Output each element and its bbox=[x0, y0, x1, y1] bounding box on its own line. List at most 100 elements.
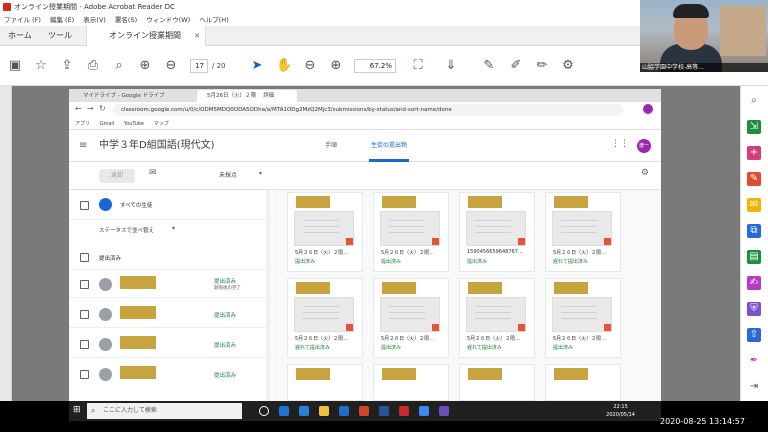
select-cursor-icon[interactable]: ➤ bbox=[249, 58, 265, 74]
profile-icon[interactable] bbox=[643, 104, 653, 114]
tab-student-work[interactable]: 生徒の提出物 bbox=[371, 130, 407, 162]
submission-card[interactable]: 5月２６日（火）２限... 遅れて提出済み bbox=[459, 278, 535, 358]
file-thumbnail[interactable] bbox=[294, 297, 354, 332]
tab-instructions[interactable]: 手順 bbox=[325, 130, 337, 162]
highlight-icon[interactable]: ✐ bbox=[508, 58, 524, 74]
checkbox[interactable] bbox=[80, 340, 89, 349]
combine-files-icon[interactable]: ⧉ bbox=[747, 224, 761, 238]
submission-card[interactable]: 5月２６日（火）２限... 遅れて提出済み bbox=[287, 278, 363, 358]
edge-icon[interactable] bbox=[279, 406, 289, 416]
student-row[interactable]: 提出済み bbox=[69, 302, 269, 328]
taskbar-clock[interactable]: 22:15 2020/05/14 bbox=[606, 403, 635, 419]
file-thumbnail[interactable] bbox=[294, 211, 354, 246]
organize-pages-icon[interactable]: ▤ bbox=[747, 250, 761, 264]
submission-card[interactable]: 5月２６日（火）２限... 提出済み bbox=[373, 192, 449, 272]
send-icon[interactable]: ⇧ bbox=[747, 328, 761, 342]
print-icon[interactable]: ⎙ bbox=[85, 58, 101, 74]
url-bar[interactable]: classroom.google.com/u/0/c/ODM5MDQ0ODA5O… bbox=[113, 104, 623, 116]
menu-help[interactable]: ヘルプ(H) bbox=[199, 16, 228, 24]
back-icon[interactable]: ← bbox=[75, 104, 82, 113]
chrome-icon[interactable] bbox=[419, 406, 429, 416]
search-icon[interactable]: ⌕ bbox=[747, 94, 761, 108]
submission-card[interactable]: 5月２６日（火）２限... 遅れて提出済み bbox=[545, 192, 621, 272]
create-pdf-icon[interactable]: + bbox=[747, 146, 761, 160]
checkbox[interactable] bbox=[80, 253, 89, 262]
tab-document[interactable]: オンライン授業期間 ✕ bbox=[86, 26, 206, 46]
browser-tab-classroom[interactable]: 5月26日（火）２限 評価 bbox=[197, 90, 297, 102]
file-thumbnail[interactable] bbox=[466, 211, 526, 246]
export-pdf-icon[interactable]: ⇲ bbox=[747, 120, 761, 134]
bookmark-apps[interactable]: アプリ bbox=[75, 121, 90, 127]
word-icon[interactable] bbox=[379, 406, 389, 416]
forward-icon[interactable]: → bbox=[87, 104, 94, 113]
hand-tool-icon[interactable]: ✋ bbox=[276, 58, 292, 74]
checkbox[interactable] bbox=[80, 310, 89, 319]
search-icon[interactable]: ⌕ bbox=[111, 58, 127, 74]
file-thumbnail[interactable] bbox=[380, 211, 440, 246]
comment-icon[interactable]: ✎ bbox=[481, 58, 497, 74]
return-button[interactable]: 返却 bbox=[99, 169, 135, 183]
explorer-icon[interactable] bbox=[319, 406, 329, 416]
checkbox[interactable] bbox=[80, 280, 89, 289]
task-view-icon[interactable] bbox=[259, 406, 269, 416]
pen-icon[interactable]: ✒ bbox=[747, 354, 761, 368]
powerpoint-icon[interactable] bbox=[359, 406, 369, 416]
teams-icon[interactable] bbox=[439, 406, 449, 416]
acrobat-icon[interactable] bbox=[399, 406, 409, 416]
student-row[interactable]: 提出済み bbox=[69, 332, 269, 358]
menu-sign[interactable]: 署名(S) bbox=[115, 16, 137, 24]
page-number-input[interactable]: 17 bbox=[190, 59, 208, 73]
mail-icon[interactable] bbox=[339, 406, 349, 416]
bookmark-gmail[interactable]: Gmail bbox=[100, 121, 115, 127]
scroll-mode-icon[interactable]: ⇓ bbox=[443, 58, 459, 74]
fill-sign-icon[interactable]: ✍ bbox=[747, 276, 761, 290]
submission-card[interactable]: 1590456659648767... 提出済み bbox=[459, 192, 535, 272]
left-panel-toggle[interactable] bbox=[0, 86, 12, 401]
reload-icon[interactable]: ↻ bbox=[99, 104, 106, 113]
student-row[interactable]: 提出済み bbox=[69, 362, 269, 388]
avatar[interactable]: 渡一 bbox=[637, 139, 651, 153]
sort-dropdown[interactable]: 未採点 bbox=[219, 170, 237, 179]
close-icon[interactable]: ✕ bbox=[194, 26, 200, 46]
bookmark-maps[interactable]: マップ bbox=[154, 121, 169, 127]
edit-pdf-icon[interactable]: ✎ bbox=[747, 172, 761, 186]
bookmark-youtube[interactable]: YouTube bbox=[124, 121, 144, 127]
zoom-in-icon[interactable]: ⊕ bbox=[328, 58, 344, 74]
apps-grid-icon[interactable]: ⋮⋮ bbox=[611, 139, 629, 149]
checkbox[interactable] bbox=[80, 370, 89, 379]
scrollbar[interactable] bbox=[266, 190, 271, 401]
gear-icon[interactable]: ⚙ bbox=[641, 168, 649, 178]
submission-card[interactable] bbox=[459, 364, 535, 401]
submission-card[interactable]: 5月２６日（火）２限... 提出済み bbox=[545, 278, 621, 358]
draw-icon[interactable]: ✏ bbox=[534, 58, 550, 74]
browser-tab-drive[interactable]: マイドライブ - Google ドライブ bbox=[73, 90, 193, 102]
page-up-icon[interactable]: ⊕ bbox=[137, 58, 153, 74]
file-thumbnail[interactable] bbox=[466, 297, 526, 332]
save-icon[interactable]: ▣ bbox=[7, 58, 23, 74]
student-row[interactable]: 提出済み 期限後の完了 bbox=[69, 272, 269, 298]
email-icon[interactable]: ✉ bbox=[149, 168, 157, 178]
checkbox[interactable] bbox=[80, 201, 89, 210]
upload-icon[interactable]: ⇪ bbox=[59, 58, 75, 74]
menu-file[interactable]: ファイル (F) bbox=[4, 16, 41, 24]
submission-card[interactable] bbox=[545, 364, 621, 401]
sort-by-status[interactable]: ステータスで並べ替え ▾ bbox=[69, 220, 269, 246]
menu-window[interactable]: ウィンドウ(W) bbox=[146, 16, 190, 24]
zoom-level-field[interactable]: 67.2% bbox=[354, 59, 396, 73]
menu-edit[interactable]: 編集 (E) bbox=[50, 16, 74, 24]
submission-card[interactable] bbox=[287, 364, 363, 401]
fit-page-icon[interactable]: ⛶ bbox=[410, 58, 426, 74]
all-students-row[interactable]: すべての生徒 bbox=[69, 190, 269, 220]
store-icon[interactable] bbox=[299, 406, 309, 416]
submission-card[interactable]: 5月２６日（火）２限... 提出済み bbox=[287, 192, 363, 272]
submission-card[interactable] bbox=[373, 364, 449, 401]
windows-start-icon[interactable]: ⊞ bbox=[73, 405, 81, 415]
more-tools-icon[interactable]: ⇥ bbox=[747, 380, 761, 394]
protect-icon[interactable]: ⛨ bbox=[747, 302, 761, 316]
submitted-section-row[interactable]: 提出済み bbox=[69, 246, 269, 270]
menu-icon[interactable]: ≡ bbox=[79, 140, 87, 151]
stamp-icon[interactable]: ⚙ bbox=[560, 58, 576, 74]
file-thumbnail[interactable] bbox=[552, 211, 612, 246]
tab-home[interactable]: ホーム bbox=[8, 26, 32, 46]
taskbar-search[interactable]: ⌕ ここに入力して検索 bbox=[87, 403, 242, 419]
